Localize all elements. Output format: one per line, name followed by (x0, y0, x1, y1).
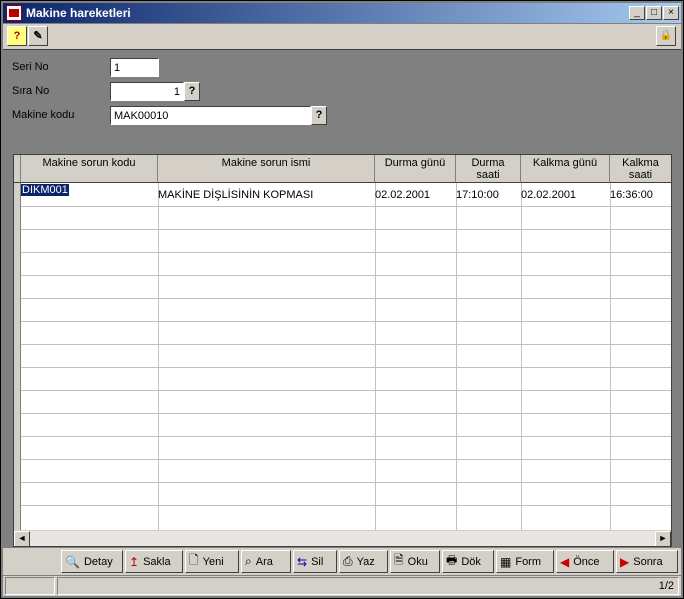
grid-divider (456, 183, 457, 531)
sira-no-label: Sıra No (12, 85, 50, 97)
data-grid[interactable]: Makine sorun kodu Makine sorun ismi Durm… (13, 154, 672, 547)
dok-button[interactable]: 🖶 Dök (442, 550, 494, 573)
arrow-right-icon: ▶ (620, 554, 630, 569)
grid-divider (610, 183, 611, 531)
grid-divider (21, 390, 671, 391)
title-bar: Makine hareketleri _ □ × (3, 3, 681, 23)
grid-divider (21, 229, 671, 230)
sira-no-input[interactable] (110, 82, 184, 101)
button-bar: 🔍 Detay ↥ Sakla 🗋 Yeni ⌕ Ara ⇆ Sil ⎙ Yaz 🗎 Oku … (3, 548, 681, 575)
scroll-left-icon[interactable]: ◄ (14, 531, 30, 546)
oku-button[interactable]: 🗎 Oku (390, 550, 440, 573)
grid-divider (375, 183, 376, 531)
grid-divider (158, 183, 159, 531)
once-button[interactable]: ◀ Önce (556, 550, 614, 573)
sil-button[interactable]: ⇆ Sil (293, 550, 337, 573)
grid-divider (21, 252, 671, 253)
grid-divider (21, 482, 671, 483)
grid-divider (21, 436, 671, 437)
app-icon (6, 5, 22, 21)
close-button[interactable]: × (663, 6, 679, 20)
main-window: Makine hareketleri _ □ × ? ✎ 🔒 Seri No S… (0, 0, 684, 599)
window-title: Makine hareketleri (26, 6, 131, 20)
sonra-button[interactable]: ▶ Sonra (616, 550, 678, 573)
horizontal-scrollbar[interactable]: ◄ ► (14, 530, 671, 546)
column-header[interactable]: Makine sorun ismi (158, 155, 375, 183)
column-header[interactable]: Durma saati (456, 155, 521, 183)
cell-durma-saati[interactable]: 17:10:00 (456, 189, 499, 201)
grid-divider (21, 321, 671, 322)
form-icon: ▦ (500, 554, 512, 569)
row-indicator-column (14, 183, 21, 531)
grid-header: Makine sorun kodu Makine sorun ismi Durm… (14, 155, 671, 183)
save-icon: ↥ (129, 554, 140, 569)
cell-kalkma-saati[interactable]: 16:36:00 (610, 189, 653, 201)
magnifier-icon: 🔍 (65, 554, 80, 569)
edit-icon[interactable]: ✎ (28, 26, 48, 46)
grid-divider (21, 298, 671, 299)
toolbar: ? ✎ 🔒 (3, 24, 681, 50)
new-document-icon: 🗋 (189, 553, 199, 567)
grid-divider (21, 459, 671, 460)
cell-kalkma-gunu[interactable]: 02.02.2001 (521, 189, 576, 201)
grid-divider (21, 344, 671, 345)
grid-divider (21, 413, 671, 414)
detay-button[interactable]: 🔍 Detay (61, 550, 123, 573)
scroll-right-icon[interactable]: ► (655, 531, 671, 546)
makine-kodu-input[interactable] (110, 106, 311, 125)
column-header[interactable]: Kalkma günü (521, 155, 610, 183)
form-button[interactable]: ▦ Form (496, 550, 554, 573)
sira-no-lookup-button[interactable]: ? (184, 82, 200, 101)
header-indicator (14, 155, 21, 183)
print-icon: ⎙ (343, 554, 353, 568)
yeni-button[interactable]: 🗋 Yeni (185, 550, 239, 573)
cell-sorun-ismi[interactable]: MAKİNE DİŞLİSİNİN KOPMASI (158, 189, 313, 201)
page-indicator: 1/2 (57, 577, 679, 595)
delete-icon: ⇆ (297, 554, 308, 569)
maximize-button[interactable]: □ (646, 6, 662, 20)
grid-divider (521, 183, 522, 531)
grid-divider (21, 206, 671, 207)
read-icon: 🗎 (394, 553, 404, 567)
sakla-button[interactable]: ↥ Sakla (125, 550, 183, 573)
search-icon: ⌕ (245, 554, 252, 568)
column-header[interactable]: Kalkma saati (610, 155, 671, 183)
makine-kodu-label: Makine kodu (12, 109, 75, 121)
printer-icon: 🖶 (446, 553, 458, 567)
cell-sorun-kodu[interactable]: DIKM001 (21, 184, 69, 196)
grid-divider (21, 367, 671, 368)
yaz-button[interactable]: ⎙ Yaz (339, 550, 388, 573)
status-panel (5, 577, 55, 595)
column-header[interactable]: Makine sorun kodu (21, 155, 158, 183)
minimize-button[interactable]: _ (629, 6, 645, 20)
cell-durma-gunu[interactable]: 02.02.2001 (375, 189, 430, 201)
grid-divider (21, 505, 671, 506)
arrow-left-icon: ◀ (560, 554, 570, 569)
help-icon[interactable]: ? (7, 26, 27, 46)
column-header[interactable]: Durma günü (375, 155, 456, 183)
lock-icon[interactable]: 🔒 (656, 26, 676, 46)
makine-kodu-lookup-button[interactable]: ? (311, 106, 327, 125)
seri-no-input[interactable] (110, 58, 159, 77)
seri-no-label: Seri No (12, 61, 49, 73)
grid-divider (21, 275, 671, 276)
status-bar: 1/2 (3, 576, 681, 596)
ara-button[interactable]: ⌕ Ara (241, 550, 291, 573)
